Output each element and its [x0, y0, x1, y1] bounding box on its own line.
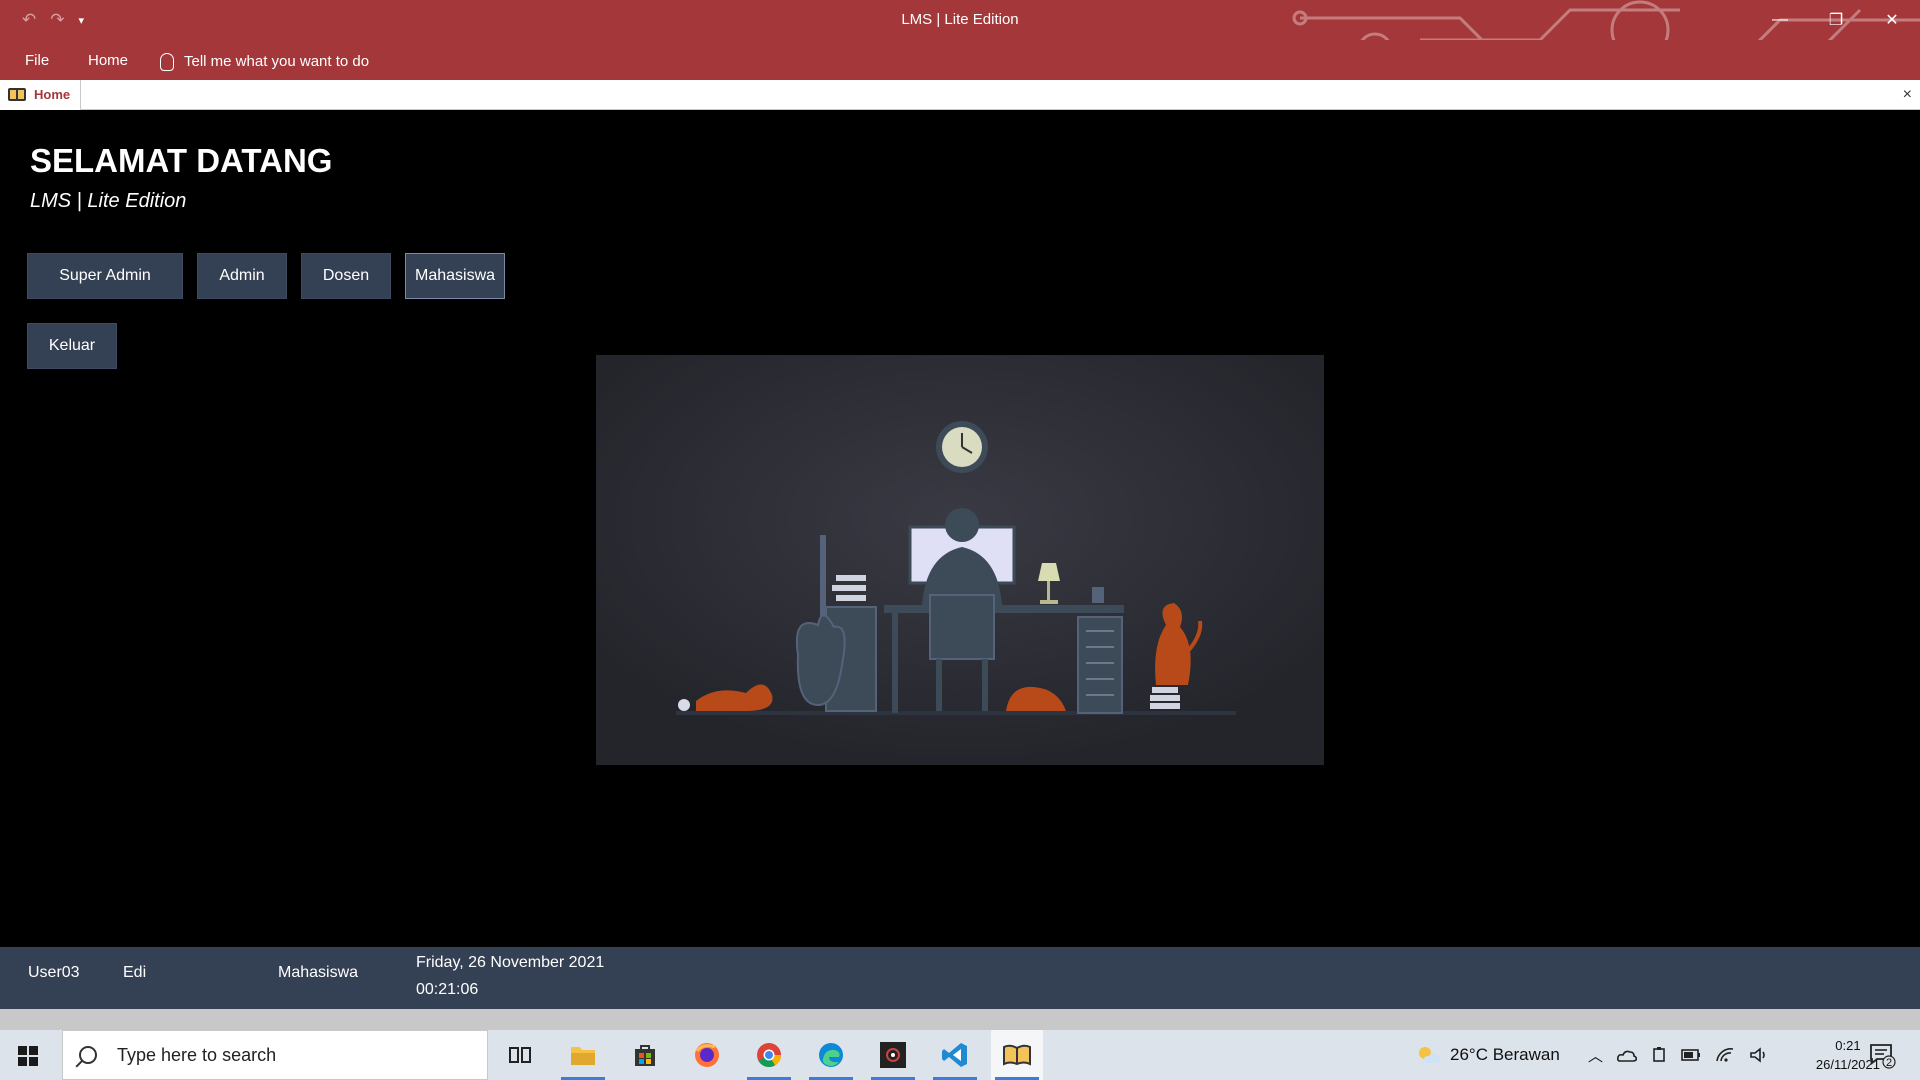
tell-me-box[interactable]: Tell me what you want to do: [160, 52, 370, 71]
tab-home[interactable]: Home: [0, 80, 82, 111]
search-icon: [79, 1046, 97, 1064]
app-subtitle: LMS | Lite Edition: [30, 190, 187, 212]
close-button[interactable]: ✕: [1864, 0, 1920, 40]
weather-widget[interactable]: 26°C Berawan: [1416, 1030, 1560, 1080]
weather-text: 26°C Berawan: [1450, 1045, 1560, 1064]
welcome-heading: SELAMAT DATANG: [30, 142, 333, 179]
taskbar: Type here to search 26°C Berawan ︿ 0:21 …: [0, 1030, 1920, 1080]
workspace-illustration: [596, 355, 1324, 765]
menu-file[interactable]: File: [25, 52, 49, 69]
status-role: Mahasiswa: [278, 964, 359, 981]
notification-center-icon[interactable]: 2: [1868, 1030, 1896, 1080]
partly-cloudy-icon: [1419, 1047, 1441, 1063]
tell-me-label: Tell me what you want to do: [184, 52, 370, 70]
close-tab-icon[interactable]: ×: [1903, 86, 1912, 104]
window-bottom-border: [0, 1009, 1920, 1030]
status-user-name: Edi: [123, 964, 147, 981]
wifi-icon[interactable]: [1715, 1047, 1735, 1063]
status-date: Friday, 26 November 2021: [416, 954, 605, 971]
restore-button[interactable]: ❐: [1808, 0, 1864, 40]
taskbar-search-box[interactable]: Type here to search: [62, 1030, 488, 1080]
volume-icon[interactable]: [1749, 1047, 1769, 1063]
edge-icon[interactable]: [805, 1030, 857, 1080]
security-icon[interactable]: [1651, 1046, 1667, 1064]
mahasiswa-button[interactable]: Mahasiswa: [405, 253, 505, 299]
admin-button[interactable]: Admin: [197, 253, 287, 299]
window-controls: — ❐ ✕: [1752, 0, 1920, 40]
minimize-button[interactable]: —: [1752, 0, 1808, 40]
ribbon-menu: File Home Tell me what you want to do: [0, 40, 1920, 80]
form-icon: [8, 88, 26, 101]
document-tab-strip: Home ×: [0, 80, 1920, 111]
status-bar: User03 Edi Mahasiswa Friday, 26 November…: [0, 947, 1920, 1009]
menu-home[interactable]: Home: [88, 52, 128, 69]
task-view-icon[interactable]: [494, 1030, 546, 1080]
microsoft-store-icon[interactable]: [619, 1030, 671, 1080]
window-title: LMS | Lite Edition: [901, 11, 1019, 28]
title-bar: ↶ ↷ ▾ LMS | Lite Edition — ❐ ✕: [0, 0, 1920, 40]
obs-icon[interactable]: [867, 1030, 919, 1080]
firefox-icon[interactable]: [681, 1030, 733, 1080]
tab-home-label: Home: [34, 87, 71, 102]
access-lms-icon[interactable]: [991, 1030, 1043, 1080]
lightbulb-icon: [160, 53, 174, 71]
status-user-id: User03: [28, 964, 80, 981]
windows-start-icon[interactable]: [18, 1046, 38, 1066]
chevron-up-icon[interactable]: ︿: [1588, 1045, 1603, 1066]
home-form: SELAMAT DATANG LMS | Lite Edition Super …: [0, 110, 1920, 947]
notification-count: 2: [1886, 1057, 1893, 1069]
onedrive-icon[interactable]: [1617, 1048, 1638, 1062]
system-tray: ︿: [1588, 1030, 1769, 1080]
battery-icon[interactable]: [1681, 1049, 1701, 1061]
super-admin-button[interactable]: Super Admin: [27, 253, 183, 299]
vscode-icon[interactable]: [929, 1030, 981, 1080]
file-explorer-icon[interactable]: [557, 1030, 609, 1080]
taskbar-search-placeholder: Type here to search: [117, 1044, 277, 1065]
chrome-icon[interactable]: [743, 1030, 795, 1080]
status-time: 00:21:06: [416, 981, 479, 998]
dosen-button[interactable]: Dosen: [301, 253, 391, 299]
keluar-button[interactable]: Keluar: [27, 323, 117, 369]
